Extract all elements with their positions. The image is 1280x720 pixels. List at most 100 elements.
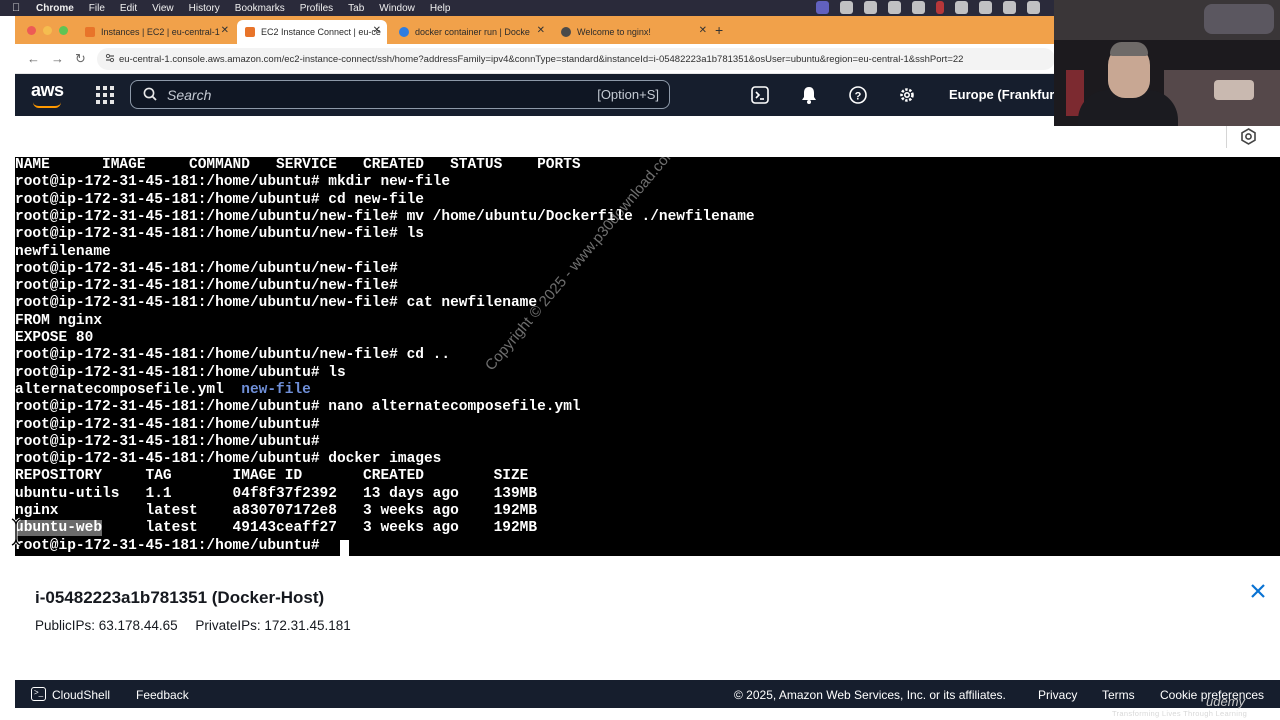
play-icon[interactable] [955,1,968,14]
text-cursor-icon [11,517,21,547]
moon-icon[interactable] [1003,1,1016,14]
tab-ec2-instance-connect[interactable]: EC2 Instance Connect | eu-ce ✕ [237,20,387,44]
apple-icon[interactable]:  [12,2,26,14]
aws-favicon-icon [245,27,255,37]
terminal-line: NAME IMAGE COMMAND SERVICE CREATED STATU… [15,157,581,173]
grid-icon[interactable] [979,1,992,14]
status-icons [816,1,1040,14]
window-minimize-button[interactable] [43,26,52,35]
tab-instances[interactable]: Instances | EC2 | eu-central-1 ✕ [77,20,235,44]
terminal-line: root@ip-172-31-45-181:/home/ubuntu/new-f… [15,208,755,225]
globe-icon [561,27,571,37]
terminal-line: root@ip-172-31-45-181:/home/ubuntu# dock… [15,451,442,468]
privacy-link[interactable]: Privacy [1038,688,1077,702]
tab-nginx[interactable]: Welcome to nginx! ✕ [553,20,713,44]
terminal-line: FROM nginx [15,312,103,329]
copyright-text: © 2025, Amazon Web Services, Inc. or its… [734,688,1006,702]
aws-console-header: aws Search [Option+S] ? Europe (Frankfur… [15,74,1063,116]
terminal-line: root@ip-172-31-45-181:/home/ubuntu/new-f… [15,347,451,364]
close-icon[interactable]: ✕ [537,25,545,36]
settings-hexagon-icon[interactable] [1240,128,1257,145]
instance-ips: PublicIPs: 63.178.44.65 PrivateIPs: 172.… [35,618,365,633]
tab-label: Welcome to nginx! [577,27,651,37]
terminal-line-ls-output: alternatecomposefile.yml new-file [15,382,311,399]
tab-docker-docs[interactable]: docker container run | Docke ✕ [391,20,551,44]
search-input[interactable]: Search [Option+S] [130,80,670,109]
menu-edit[interactable]: Edit [120,3,137,14]
terminal-line: ubuntu-utils 1.1 04f8f37f2392 13 days ag… [15,485,538,502]
cloudshell-icon[interactable]: >_ [31,687,46,701]
menu-view[interactable]: View [152,3,174,14]
menu-help[interactable]: Help [430,3,451,14]
cloudshell-button[interactable]: CloudShell [52,688,110,702]
new-tab-button[interactable]: + [715,22,723,38]
terminal-line-ubuntu-web: ubuntu-web latest 49143ceaff27 3 weeks a… [15,520,537,537]
terminal-line: EXPOSE 80 [15,330,94,346]
back-arrow-icon[interactable]: ← [27,51,40,66]
svg-text:?: ? [855,91,862,103]
aws-console-footer: >_ CloudShell Feedback © 2025, Amazon We… [15,680,1280,708]
menu-app-chrome[interactable]: Chrome [36,3,74,14]
location-icon[interactable] [864,1,877,14]
menu-window[interactable]: Window [379,3,415,14]
webcam-overlay [1054,0,1280,126]
close-icon[interactable]: ✕ [221,25,229,36]
watermark: Copyright © 2025 - www.p30download.com [481,157,681,374]
divider [1226,126,1227,148]
wifi-icon[interactable] [1027,1,1040,14]
private-ips: PrivateIPs: 172.31.45.181 [195,618,351,633]
gear-icon[interactable] [897,85,917,105]
browser-nav-bar: ← → ↻ eu-central-1.console.aws.amazon.co… [15,44,1055,74]
help-icon[interactable]: ? [848,85,868,105]
aws-logo[interactable]: aws [31,80,64,108]
aws-smile-icon [33,102,61,108]
services-grid-icon[interactable] [96,86,114,104]
terminal-line: REPOSITORY TAG IMAGE ID CREATED SIZE [15,468,529,485]
instance-info-panel: i-05482223a1b781351 (Docker-Host) Public… [15,556,1280,680]
close-icon[interactable] [1249,582,1267,600]
region-selector[interactable]: Europe (Frankfurt) [949,87,1063,102]
forward-arrow-icon[interactable]: → [51,51,64,66]
terminal-line: nginx latest a830707172e8 3 weeks ago 19… [15,503,538,519]
close-icon[interactable]: ✕ [699,25,707,36]
menu-profiles[interactable]: Profiles [300,3,333,14]
screen-share-icon[interactable] [816,1,829,14]
search-placeholder: Search [167,87,212,103]
menu-bookmarks[interactable]: Bookmarks [235,3,285,14]
file-name: alternatecomposefile.yml [15,381,224,398]
terminal-line: root@ip-172-31-45-181:/home/ubuntu# mkdi… [15,174,451,191]
terms-link[interactable]: Terms [1102,688,1135,702]
record-icon[interactable] [936,1,944,14]
menu-tab[interactable]: Tab [348,3,364,14]
url-text: eu-central-1.console.aws.amazon.com/ec2-… [119,53,964,65]
terminal[interactable]: NAME IMAGE COMMAND SERVICE CREATED STATU… [15,157,1280,556]
udemy-tagline: Transforming Lives Through Learning [1112,709,1248,718]
terminal-line: root@ip-172-31-45-181:/home/ubuntu/new-f… [15,278,398,295]
window-grid-icon[interactable] [912,1,925,14]
reload-icon[interactable]: ↻ [75,51,86,67]
site-settings-icon[interactable] [105,53,115,63]
clipboard-icon[interactable] [888,1,901,14]
menu-history[interactable]: History [189,3,220,14]
window-close-button[interactable] [27,26,36,35]
address-bar[interactable]: eu-central-1.console.aws.amazon.com/ec2-… [97,48,1055,70]
selected-text: ubuntu-web [15,520,103,537]
feedback-link[interactable]: Feedback [136,688,189,702]
terminal-line: root@ip-172-31-45-181:/home/ubuntu/new-f… [15,295,538,312]
dropbox-icon[interactable] [840,1,853,14]
terminal-line: root@ip-172-31-45-181:/home/ubuntu/new-f… [15,226,424,243]
cloudshell-icon[interactable] [750,85,770,105]
close-icon[interactable]: ✕ [373,25,381,36]
image-row-rest: latest 49143ceaff27 3 weeks ago 192MB [102,520,538,537]
terminal-prompt-line: root@ip-172-31-45-181:/home/ubuntu# [15,537,329,554]
terminal-line: root@ip-172-31-45-181:/home/ubuntu# cd n… [15,191,424,208]
tab-label: Instances | EC2 | eu-central-1 [101,27,220,37]
browser-tab-strip: Instances | EC2 | eu-central-1 ✕ EC2 Ins… [15,16,1055,44]
instance-title: i-05482223a1b781351 (Docker-Host) [35,588,325,607]
window-zoom-button[interactable] [59,26,68,35]
bell-icon[interactable] [799,85,819,105]
directory-name: new-file [241,381,311,398]
docker-favicon-icon [399,27,409,37]
menu-file[interactable]: File [89,3,105,14]
search-shortcut: [Option+S] [597,87,659,102]
